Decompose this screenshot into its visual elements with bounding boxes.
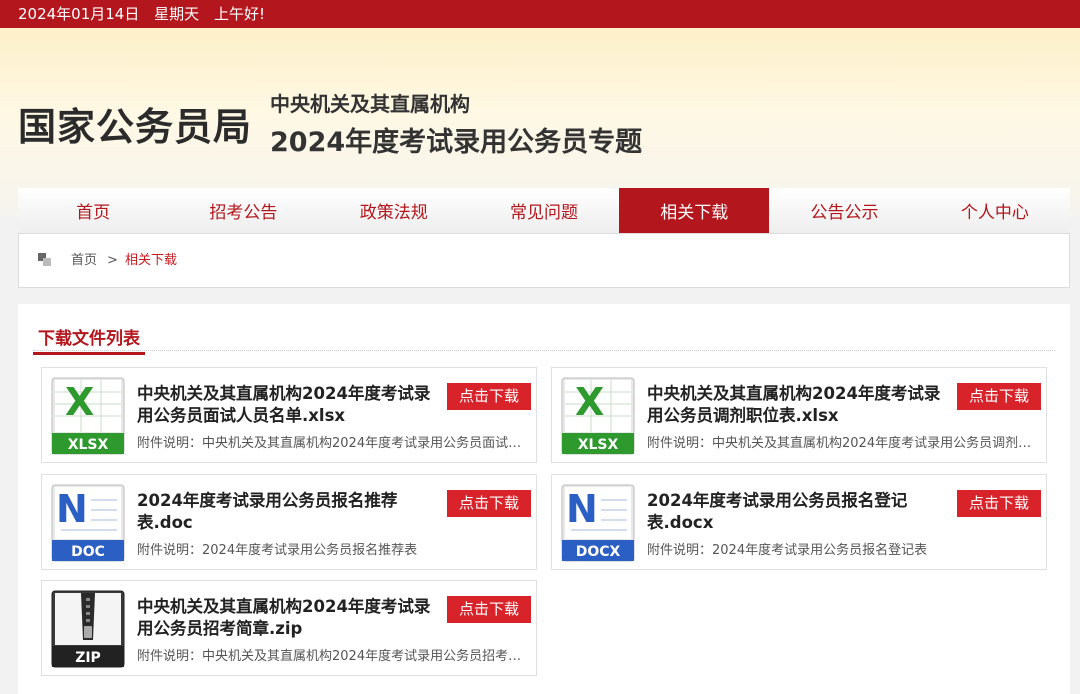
section-divider	[33, 350, 1055, 351]
file-title[interactable]: 中央机关及其直属机构2024年度考试录用公务员调剂职位表.xlsx	[647, 383, 947, 427]
breadcrumb-separator: >	[107, 253, 118, 268]
breadcrumb: 首页 > 相关下载	[18, 233, 1070, 288]
file-description: 附件说明：中央机关及其直属机构2024年度考试录用公务员调剂职位表	[647, 436, 1039, 451]
breadcrumb-icon	[38, 253, 54, 267]
nav-item-faq[interactable]: 常见问题	[469, 188, 619, 238]
xlsx-file-icon: X XLSX	[561, 377, 635, 455]
download-button[interactable]: 点击下载	[447, 596, 531, 623]
download-button[interactable]: 点击下载	[447, 490, 531, 517]
svg-text:XLSX: XLSX	[578, 437, 619, 453]
file-title[interactable]: 中央机关及其直属机构2024年度考试录用公务员招考简章.zip	[137, 596, 437, 640]
svg-text:X: X	[575, 380, 604, 424]
file-description: 附件说明：中央机关及其直属机构2024年度考试录用公务员面试人员名单	[137, 436, 529, 451]
zip-file-icon: ZIP	[51, 590, 125, 668]
file-card: X XLSX 中央机关及其直属机构2024年度考试录用公务员面试人员名单.xls…	[41, 367, 537, 463]
site-header: 国家公务员局 中央机关及其直属机构 2024年度考试录用公务员专题 首页 招考公…	[0, 28, 1080, 244]
svg-text:DOC: DOC	[71, 544, 105, 560]
svg-text:DOCX: DOCX	[576, 544, 621, 560]
download-list-panel: 下载文件列表 X XLSX 中央机关及其直属机构2024年度考试录用公务员面试人…	[18, 304, 1070, 694]
file-description: 附件说明：2024年度考试录用公务员报名登记表	[647, 543, 928, 558]
file-description: 附件说明：中央机关及其直属机构2024年度考试录用公务员招考简章	[137, 649, 529, 664]
header-subtitle: 中央机关及其直属机构	[270, 92, 470, 116]
file-card: ZIP 中央机关及其直属机构2024年度考试录用公务员招考简章.zip 点击下载…	[41, 580, 537, 676]
greeting-text: 上午好!	[213, 5, 265, 23]
download-button[interactable]: 点击下载	[447, 383, 531, 410]
svg-text:N: N	[56, 487, 88, 531]
current-weekday: 星期天	[154, 5, 200, 23]
svg-text:N: N	[566, 487, 598, 531]
breadcrumb-current[interactable]: 相关下载	[125, 234, 177, 287]
docx-file-icon: N DOCX	[561, 484, 635, 562]
nav-item-announcements[interactable]: 招考公告	[168, 188, 318, 238]
file-title[interactable]: 中央机关及其直属机构2024年度考试录用公务员面试人员名单.xlsx	[137, 383, 437, 427]
file-description: 附件说明：2024年度考试录用公务员报名推荐表	[137, 543, 418, 558]
download-button[interactable]: 点击下载	[957, 490, 1041, 517]
top-date-bar: 2024年01月14日 星期天 上午好!	[0, 0, 1080, 28]
file-card: X XLSX 中央机关及其直属机构2024年度考试录用公务员调剂职位表.xlsx…	[551, 367, 1047, 463]
nav-item-personal-center[interactable]: 个人中心	[920, 188, 1070, 238]
svg-text:XLSX: XLSX	[68, 437, 109, 453]
svg-text:ZIP: ZIP	[75, 650, 101, 666]
nav-item-home[interactable]: 首页	[18, 188, 168, 238]
file-card: N DOCX 2024年度考试录用公务员报名登记表.docx 点击下载 附件说明…	[551, 474, 1047, 570]
nav-item-notices[interactable]: 公告公示	[769, 188, 919, 238]
breadcrumb-home-link[interactable]: 首页	[71, 234, 97, 287]
svg-text:X: X	[65, 380, 94, 424]
xlsx-file-icon: X XLSX	[51, 377, 125, 455]
nav-item-downloads[interactable]: 相关下载	[619, 188, 770, 238]
site-logo[interactable]: 国家公务员局	[18, 96, 252, 151]
current-date: 2024年01月14日	[18, 5, 140, 23]
file-card: N DOC 2024年度考试录用公务员报名推荐表.doc 点击下载 附件说明：2…	[41, 474, 537, 570]
header-title: 2024年度考试录用公务员专题	[270, 127, 643, 158]
nav-item-policies[interactable]: 政策法规	[319, 188, 469, 238]
download-button[interactable]: 点击下载	[957, 383, 1041, 410]
file-title[interactable]: 2024年度考试录用公务员报名登记表.docx	[647, 490, 947, 534]
doc-file-icon: N DOC	[51, 484, 125, 562]
file-title[interactable]: 2024年度考试录用公务员报名推荐表.doc	[137, 490, 437, 534]
